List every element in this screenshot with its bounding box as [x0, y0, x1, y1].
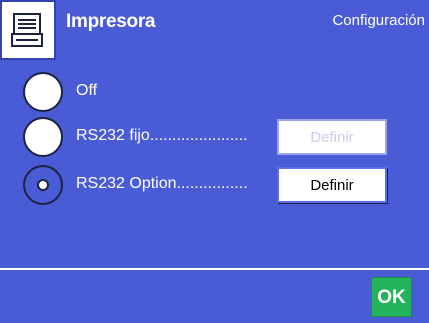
title-bar: Impresora Configuración	[0, 0, 429, 62]
radio-off[interactable]	[23, 72, 63, 112]
options-panel: Off RS232 fijo...................... Def…	[0, 62, 429, 270]
option-row-rs232-option[interactable]: RS232 Option................ Definir	[0, 165, 429, 211]
define-button-rs232-fijo: Definir	[277, 119, 387, 155]
printer-settings-screen: Impresora Configuración Off RS232 fijo..…	[0, 0, 429, 323]
printer-icon	[11, 13, 43, 47]
printer-icon-box	[0, 0, 56, 60]
option-label-rs232-option: RS232 Option................	[76, 175, 248, 192]
radio-selected-dot-icon	[37, 179, 49, 191]
radio-rs232-fijo[interactable]	[23, 117, 63, 157]
page-title: Impresora	[66, 11, 156, 32]
section-label: Configuración	[332, 12, 425, 29]
ok-button[interactable]: OK	[371, 277, 412, 317]
define-button-rs232-option[interactable]: Definir	[277, 167, 387, 203]
radio-rs232-option[interactable]	[23, 165, 63, 205]
option-row-rs232-fijo[interactable]: RS232 fijo...................... Definir	[0, 117, 429, 163]
option-label-rs232-fijo: RS232 fijo......................	[76, 127, 248, 144]
option-label-off: Off	[76, 82, 98, 99]
option-row-off[interactable]: Off	[0, 72, 429, 118]
footer-bar: OK	[0, 270, 429, 323]
